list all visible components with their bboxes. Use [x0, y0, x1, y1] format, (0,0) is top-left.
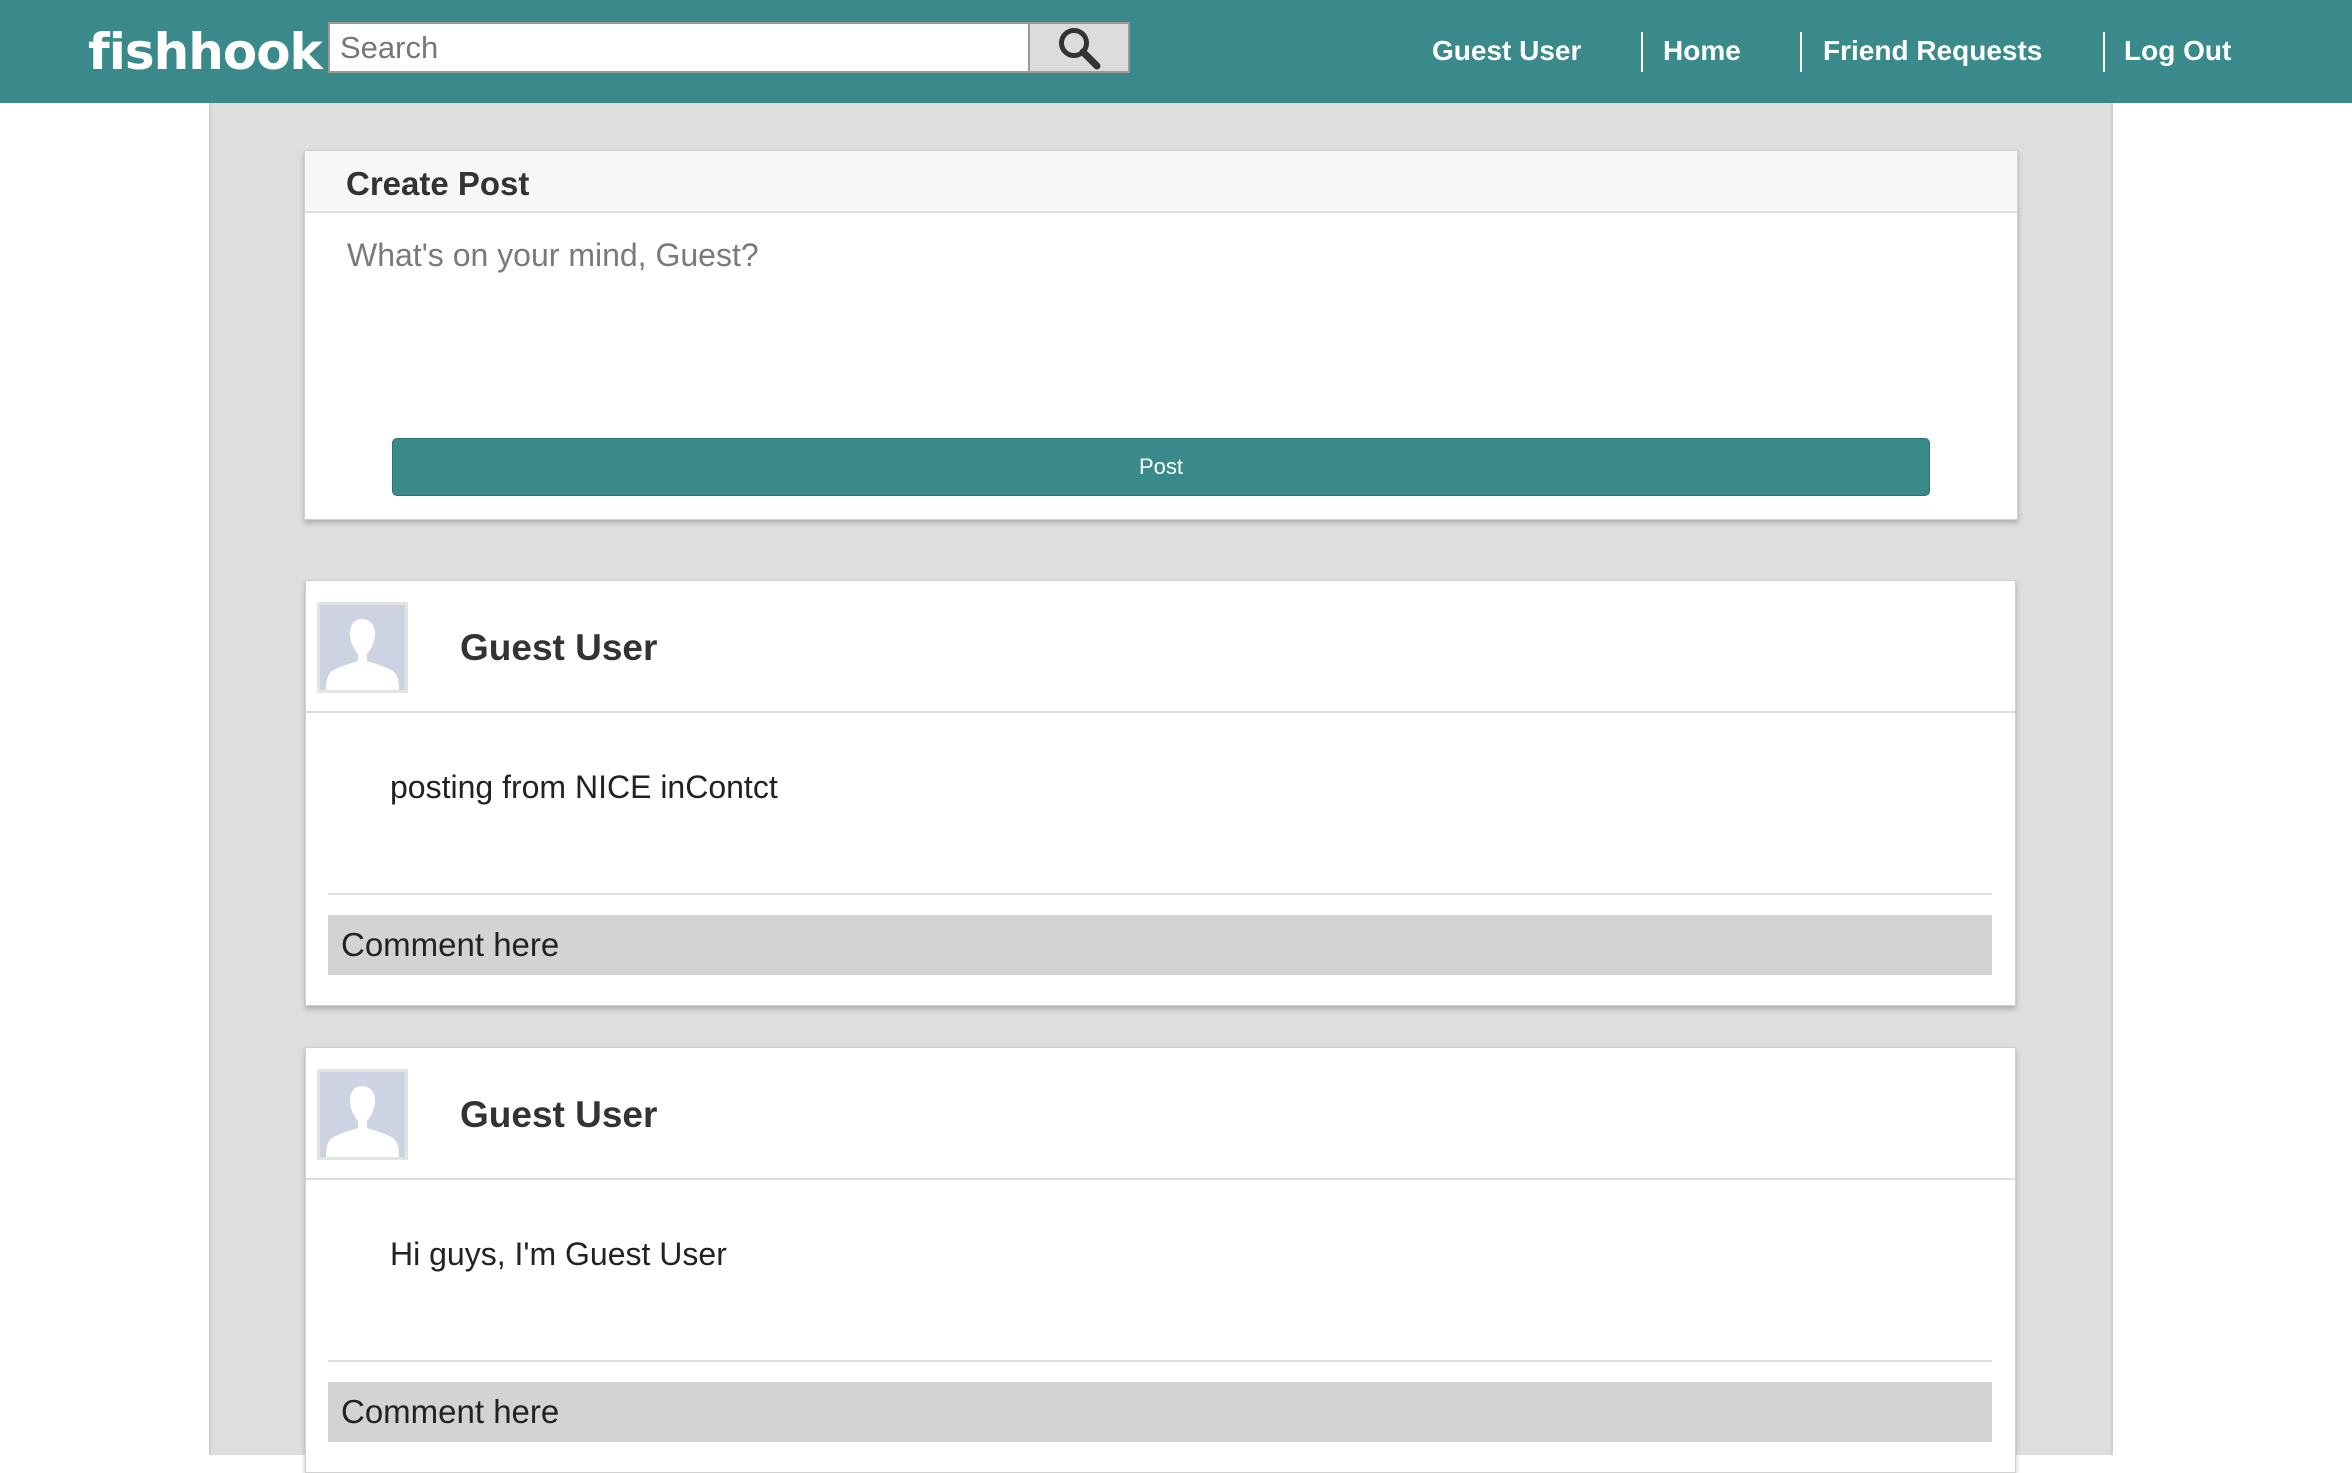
search-icon [1059, 27, 1101, 69]
nav-separator [2103, 32, 2105, 72]
post-comment-divider [328, 893, 1992, 895]
post-author-name[interactable]: Guest User [460, 627, 657, 669]
create-post-header: Create Post [305, 151, 2017, 213]
search-input[interactable] [328, 22, 1030, 73]
comment-input[interactable] [328, 1382, 1992, 1442]
post-textarea[interactable] [335, 227, 1985, 367]
default-avatar-icon[interactable] [317, 602, 408, 693]
fishhook-logo[interactable]: fishhook [88, 20, 323, 84]
post-comment-divider [328, 1360, 1992, 1362]
post-button[interactable]: Post [392, 438, 1930, 496]
person-silhouette-icon [320, 1072, 405, 1157]
default-avatar-icon[interactable] [317, 1069, 408, 1160]
post-header-divider [306, 711, 2015, 713]
nav-friend-requests-link[interactable]: Friend Requests [1823, 30, 2042, 72]
post-header-divider [306, 1178, 2015, 1180]
comment-input[interactable] [328, 915, 1992, 975]
search-button[interactable] [1030, 22, 1130, 73]
create-post-card: Create Post Post [304, 150, 2018, 520]
post-body-text: Hi guys, I'm Guest User [390, 1236, 727, 1272]
nav-log-out-link[interactable]: Log Out [2124, 30, 2231, 72]
nav-home-link[interactable]: Home [1663, 30, 1741, 72]
top-navbar: fishhook Guest User Home Friend Requests… [0, 0, 2352, 103]
nav-separator [1641, 32, 1643, 72]
nav-guest-user-link[interactable]: Guest User [1432, 30, 1581, 72]
post-card: Guest User posting from NICE inContct [305, 580, 2016, 1006]
nav-separator [1800, 32, 1802, 72]
post-body-text: posting from NICE inContct [390, 769, 778, 805]
create-post-title: Create Post [346, 165, 530, 202]
post-author-name[interactable]: Guest User [460, 1094, 657, 1136]
post-card: Guest User Hi guys, I'm Guest User [305, 1047, 2016, 1473]
person-silhouette-icon [320, 605, 405, 690]
